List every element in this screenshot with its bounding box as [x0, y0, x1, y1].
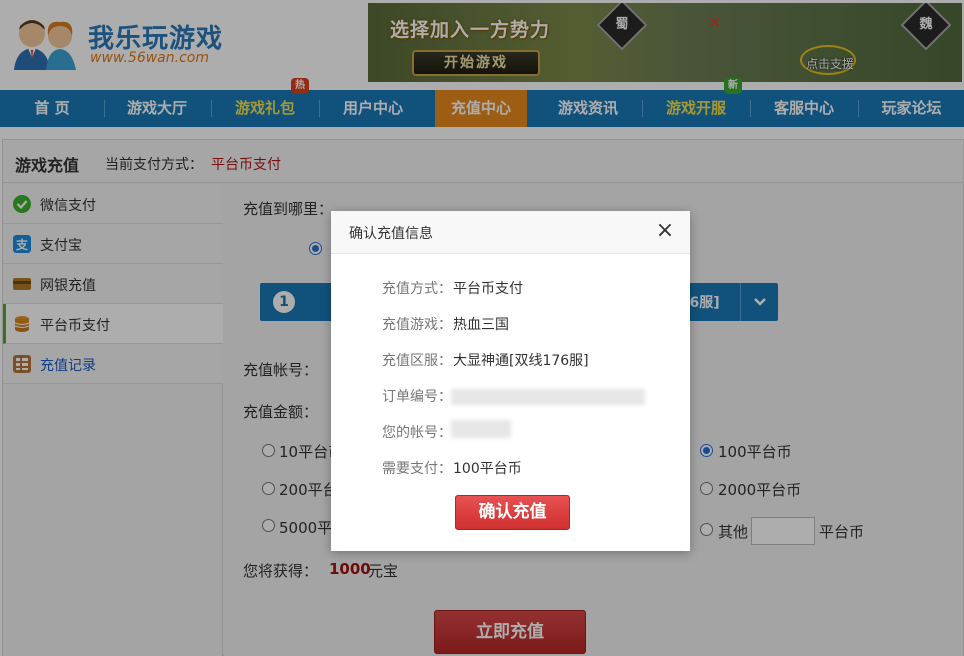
close-icon[interactable]: × [654, 219, 676, 243]
method-label: 充值方式： [382, 281, 452, 297]
order-number-redacted [451, 389, 645, 405]
server-label: 充值区服： [382, 353, 452, 369]
server-value: 大显神通[双线176服] [453, 353, 589, 369]
account-label: 您的帐号： [382, 425, 452, 441]
dialog-title: 确认充值信息 [349, 226, 433, 242]
pay-label: 需要支付： [382, 461, 452, 477]
confirm-recharge-button[interactable]: 确认充值 [455, 495, 570, 530]
order-label: 订单编号： [382, 389, 452, 405]
account-redacted [451, 420, 511, 438]
pay-value: 100平台币 [453, 461, 522, 477]
confirm-dialog: 确认充值信息 × 充值方式： 平台币支付 充值游戏： 热血三国 充值区服： 大显… [331, 211, 690, 551]
method-value: 平台币支付 [453, 281, 523, 297]
game-value: 热血三国 [453, 317, 509, 333]
game-label: 充值游戏： [382, 317, 452, 333]
dialog-header: 确认充值信息 × [331, 211, 690, 254]
